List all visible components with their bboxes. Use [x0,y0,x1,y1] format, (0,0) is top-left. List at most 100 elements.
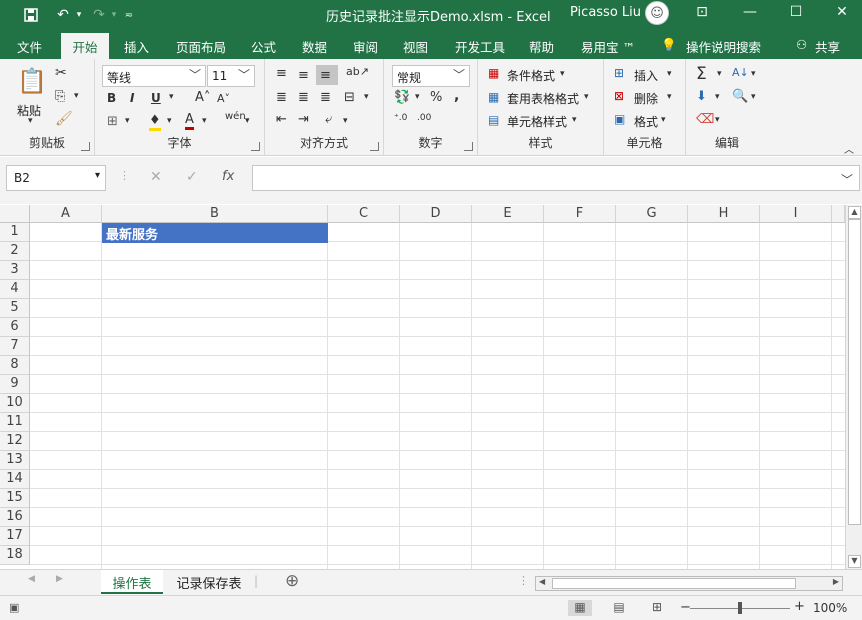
fill-icon[interactable]: ⬇ [696,89,707,104]
select-all-corner[interactable] [0,205,30,223]
increase-decimal-icon[interactable]: ⁺.0 [394,113,407,123]
row-header-18[interactable]: 18 [0,546,30,565]
row-header-7[interactable]: 7 [0,337,30,356]
row-header-14[interactable]: 14 [0,470,30,489]
cell-styles-icon[interactable]: ▤ [488,113,499,127]
currency-dropdown-icon[interactable]: ▾ [415,92,420,102]
column-header-h[interactable]: H [688,205,760,223]
paste-dropdown-icon[interactable]: ▾ [28,116,33,126]
row-header-11[interactable]: 11 [0,413,30,432]
column-header-g[interactable]: G [616,205,688,223]
align-middle-icon[interactable]: ≡ [298,68,309,83]
row-header-1[interactable]: 1 [0,223,30,242]
fill-dropdown-icon[interactable]: ▾ [715,92,720,102]
row-header-13[interactable]: 13 [0,451,30,470]
format-cells-icon[interactable]: ▣ [614,112,625,126]
dialog-launcher-icon[interactable] [370,142,379,151]
zoom-in-icon[interactable]: + [794,599,805,614]
sheet-tab-operations[interactable]: 操作表 [101,570,163,594]
align-top-icon[interactable]: ≡ [276,66,287,81]
insert-cells-icon[interactable]: ⊞ [614,66,624,80]
row-header-12[interactable]: 12 [0,432,30,451]
paste-icon[interactable]: 📋 [17,67,47,95]
tab-home[interactable]: 开始 [61,33,109,59]
close-icon[interactable]: ✕ [832,4,852,20]
share-button[interactable]: 共享 [815,37,840,56]
prev-sheet-icon[interactable]: ◀ [28,574,35,584]
tell-me-search[interactable]: 操作说明搜索 [686,37,761,56]
tab-page-layout[interactable]: 页面布局 [176,37,226,56]
font-name-select[interactable]: 等线 ﹀ [102,65,206,87]
column-header-b[interactable]: B [102,205,328,223]
underline-dropdown-icon[interactable]: ▾ [169,92,174,102]
horizontal-scrollbar[interactable]: ◀ ▶ [535,576,843,591]
formula-input[interactable]: ﹀ [252,165,860,191]
decrease-decimal-icon[interactable]: .00 [417,113,431,123]
clear-dropdown-icon[interactable]: ▾ [715,115,720,125]
conditional-format-dropdown-icon[interactable]: ▾ [560,69,565,79]
phonetic-dropdown-icon[interactable]: ▾ [245,116,250,126]
page-layout-icon[interactable]: ▤ [607,600,631,616]
underline-icon[interactable]: U [151,91,161,105]
align-right-icon[interactable]: ≣ [320,90,331,105]
share-icon[interactable]: ⚇ [796,37,807,52]
macro-record-icon[interactable]: ▣ [9,601,19,614]
customize-qat-icon[interactable]: ≂ [118,4,140,26]
decrease-font-icon[interactable]: A˅ [217,92,230,105]
vertical-scroll-thumb[interactable] [848,219,861,525]
increase-indent-icon[interactable]: ⇥ [298,112,309,127]
percent-icon[interactable]: % [430,90,442,105]
align-left-icon[interactable]: ≣ [276,90,287,105]
dialog-launcher-icon[interactable] [251,142,260,151]
sheet-tab-records[interactable]: 记录保存表 [167,570,251,594]
merge-dropdown-icon[interactable]: ▾ [364,92,369,102]
vertical-scrollbar[interactable]: ▲ ▼ [845,205,862,569]
tab-view[interactable]: 视图 [403,37,428,56]
insert-cells-button[interactable]: 插入 [634,67,658,84]
maximize-icon[interactable]: ☐ [786,4,806,20]
conditional-format-button[interactable]: 条件格式 [507,67,555,84]
row-header-3[interactable]: 3 [0,261,30,280]
dialog-launcher-icon[interactable] [464,142,473,151]
delete-dropdown-icon[interactable]: ▾ [667,92,672,102]
worksheet-grid[interactable]: A B C D E F G H I 1 2 3 4 5 6 7 8 9 10 11 12 13 14 15 16 17 18 最新服务 [0,205,845,569]
column-header-e[interactable]: E [472,205,544,223]
normal-view-icon[interactable]: ▦ [568,600,592,616]
border-dropdown-icon[interactable]: ▾ [125,116,130,126]
clear-icon[interactable]: ⌫ [696,112,714,127]
scroll-right-icon[interactable]: ▶ [833,577,839,586]
horizontal-scroll-thumb[interactable] [552,578,796,589]
increase-font-icon[interactable]: A˄ [195,90,210,105]
tab-file[interactable]: 文件 [17,37,42,56]
page-break-icon[interactable]: ⊞ [645,600,669,616]
scroll-up-icon[interactable]: ▲ [848,206,861,219]
cell-b1[interactable]: 最新服务 [102,223,328,243]
row-header-5[interactable]: 5 [0,299,30,318]
row-header-9[interactable]: 9 [0,375,30,394]
row-header-4[interactable]: 4 [0,280,30,299]
ribbon-display-icon[interactable]: ⊡ [692,4,712,20]
cancel-icon[interactable]: ✕ [150,169,162,185]
copy-icon[interactable]: ⎘ [55,89,65,104]
column-header-d[interactable]: D [400,205,472,223]
tab-review[interactable]: 审阅 [353,37,378,56]
cell-styles-button[interactable]: 单元格样式 [507,113,567,130]
border-icon[interactable]: ⊞ [107,114,118,129]
row-header-15[interactable]: 15 [0,489,30,508]
tab-data[interactable]: 数据 [302,37,327,56]
row-header-17[interactable]: 17 [0,527,30,546]
fill-dropdown-icon[interactable]: ▾ [167,116,172,126]
row-header-10[interactable]: 10 [0,394,30,413]
format-cells-button[interactable]: 格式 [634,113,658,130]
find-dropdown-icon[interactable]: ▾ [751,92,756,102]
conditional-format-icon[interactable]: ▦ [488,66,499,80]
undo-dropdown-icon[interactable]: ▾ [68,4,90,26]
wrap-dropdown-icon[interactable]: ▾ [343,116,348,126]
format-painter-icon[interactable]: 🖌 [55,111,73,127]
copy-dropdown-icon[interactable]: ▾ [74,91,79,101]
phonetic-icon[interactable]: wén [225,111,246,122]
align-bottom-icon[interactable]: ≡ [316,65,338,85]
user-name[interactable]: Picasso Liu [570,5,641,20]
find-select-icon[interactable]: 🔍 [732,89,748,104]
format-as-table-icon[interactable]: ▦ [488,90,499,104]
